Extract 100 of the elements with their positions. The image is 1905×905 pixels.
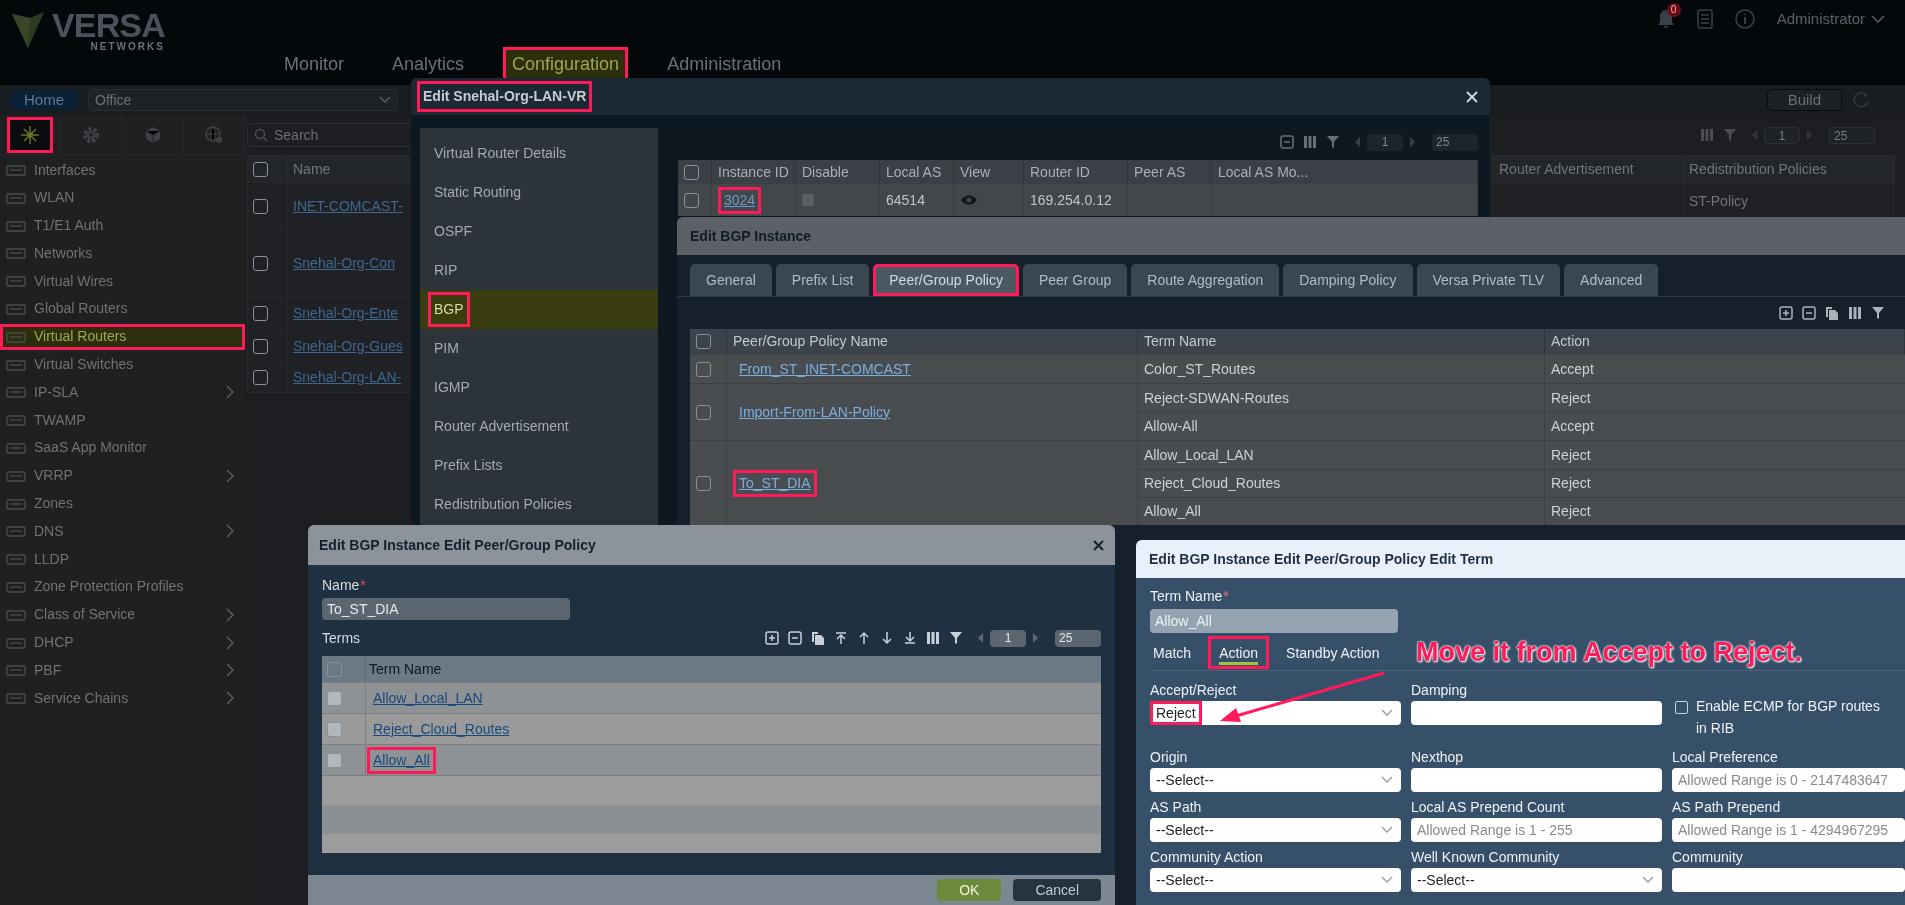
- sidebar-item[interactable]: Virtual Switches: [0, 351, 245, 378]
- sidebar-item[interactable]: SaaS App Monitor: [0, 434, 245, 461]
- previous-page-icon[interactable]: [977, 632, 984, 644]
- close-icon[interactable]: [1093, 539, 1104, 551]
- row-checkbox[interactable]: [696, 475, 711, 491]
- tab[interactable]: General: [690, 264, 772, 296]
- sidebar-item[interactable]: Class of Service: [0, 601, 245, 628]
- sidebar-item[interactable]: VRRP: [0, 462, 245, 489]
- row-checkbox[interactable]: [327, 721, 342, 737]
- sidebar-item[interactable]: Global Routers: [0, 296, 245, 322]
- user-menu[interactable]: Administrator: [1776, 8, 1865, 31]
- columns-icon[interactable]: [1303, 135, 1317, 149]
- build-button[interactable]: Build: [1766, 89, 1842, 111]
- cancel-button[interactable]: Cancel: [1013, 879, 1101, 901]
- menu-item[interactable]: OSPF: [428, 214, 479, 249]
- checkbox[interactable]: [1675, 701, 1688, 714]
- sidebar-item[interactable]: Virtual Wires: [0, 268, 245, 295]
- menu-item[interactable]: Redistribution Policies: [428, 487, 578, 522]
- link[interactable]: Allow_All: [367, 746, 436, 774]
- remove-icon[interactable]: [1802, 306, 1816, 320]
- previous-page-icon[interactable]: [1354, 136, 1361, 148]
- row-checkbox[interactable]: [327, 752, 342, 768]
- page-size-field[interactable]: 25: [1829, 126, 1875, 144]
- menu-item[interactable]: Static Routing: [428, 175, 528, 210]
- input-field[interactable]: [1672, 868, 1905, 892]
- tab[interactable]: Action: [1208, 636, 1270, 669]
- next-page-icon[interactable]: [1409, 136, 1416, 148]
- page-number-field[interactable]: 1: [1764, 126, 1800, 144]
- select-field[interactable]: Reject: [1150, 701, 1401, 725]
- organization-select[interactable]: Office: [88, 89, 398, 111]
- link[interactable]: Snehal-Org-Gues: [293, 335, 403, 357]
- sidebar-item[interactable]: Zones: [0, 490, 245, 517]
- next-page-icon[interactable]: [1032, 632, 1039, 644]
- select-field[interactable]: --Select--: [1150, 868, 1401, 892]
- ok-button[interactable]: OK: [937, 879, 1002, 901]
- sidebar-item[interactable]: Service Chains: [0, 685, 245, 712]
- name-field[interactable]: To_ST_DIA: [322, 598, 570, 620]
- sidebar-item[interactable]: T1/E1 Auth: [0, 212, 245, 239]
- menu-item[interactable]: RIP: [428, 253, 464, 288]
- input-field[interactable]: Allowed Range is 1 - 255: [1411, 818, 1662, 842]
- sidebar-item[interactable]: LLDP: [0, 546, 245, 573]
- tab[interactable]: Standby Action: [1275, 636, 1391, 669]
- tab[interactable]: Peer/Group Policy: [873, 264, 1019, 296]
- select-all-checkbox[interactable]: [327, 661, 342, 677]
- menu-item[interactable]: PIM: [428, 331, 465, 366]
- row-checkbox[interactable]: [253, 199, 268, 214]
- menu-item[interactable]: IGMP: [428, 370, 476, 405]
- add-icon[interactable]: [765, 631, 779, 645]
- sidebar-item[interactable]: Interfaces: [0, 157, 245, 183]
- select-field[interactable]: --Select--: [1150, 818, 1401, 842]
- move-bottom-icon[interactable]: [903, 631, 917, 645]
- down-arrow-icon[interactable]: [880, 631, 894, 645]
- filter-icon[interactable]: [949, 631, 963, 645]
- link[interactable]: Snehal-Org-Con: [293, 253, 395, 274]
- nav-tab[interactable]: Analytics: [383, 47, 474, 82]
- add-icon[interactable]: [1779, 306, 1793, 320]
- tab[interactable]: Peer Group: [1022, 264, 1128, 296]
- row-checkbox[interactable]: [253, 338, 268, 354]
- sidebar-item[interactable]: Networks: [0, 240, 245, 267]
- link[interactable]: Reject_Cloud_Routes: [367, 715, 516, 743]
- select-all-checkbox[interactable]: [253, 161, 268, 177]
- sidebar-item[interactable]: DNS: [0, 518, 245, 545]
- menu-item[interactable]: Router Advertisement: [428, 409, 575, 444]
- sidebar-item[interactable]: Zone Protection Profiles: [0, 573, 245, 600]
- link[interactable]: Snehal-Org-LAN-: [293, 366, 402, 388]
- select-field[interactable]: --Select--: [1411, 868, 1662, 892]
- up-arrow-icon[interactable]: [857, 631, 871, 645]
- tab[interactable]: Route Aggregation: [1131, 264, 1280, 296]
- link[interactable]: To_ST_DIA: [733, 469, 817, 497]
- input-field[interactable]: [1411, 701, 1662, 725]
- page-number-field[interactable]: 1: [990, 629, 1026, 647]
- sidebar-item[interactable]: DHCP: [0, 629, 245, 656]
- menu-item[interactable]: Prefix Lists: [428, 448, 509, 483]
- nav-tab[interactable]: Monitor: [275, 47, 354, 82]
- nav-tab[interactable]: Administration: [658, 47, 791, 82]
- input-field[interactable]: Allowed Range is 1 - 4294967295: [1672, 818, 1905, 842]
- tab[interactable]: Match: [1142, 636, 1203, 669]
- menu-item[interactable]: BGP: [428, 292, 470, 327]
- eye-icon[interactable]: [960, 194, 978, 206]
- sidebar-item[interactable]: Virtual Routers: [0, 323, 245, 350]
- row-checkbox[interactable]: [253, 306, 268, 321]
- columns-icon[interactable]: [1848, 306, 1862, 320]
- link[interactable]: Import-From-LAN-Policy: [733, 398, 896, 426]
- row-checkbox[interactable]: [684, 192, 699, 208]
- row-checkbox[interactable]: [696, 404, 711, 420]
- select-all-checkbox[interactable]: [684, 164, 699, 180]
- filter-icon[interactable]: [1871, 306, 1885, 320]
- page-size-field[interactable]: 25: [1432, 133, 1478, 151]
- row-checkbox[interactable]: [327, 690, 342, 706]
- link[interactable]: INET-COMCAST-: [293, 196, 403, 217]
- checklist-icon[interactable]: [1696, 9, 1713, 30]
- tab[interactable]: Prefix List: [775, 264, 870, 296]
- sidebar-item[interactable]: IP-SLA: [0, 379, 245, 406]
- columns-icon[interactable]: [926, 631, 940, 645]
- input-field[interactable]: [1411, 768, 1662, 792]
- term-name-field[interactable]: Allow_All: [1150, 609, 1398, 633]
- sidebar-item[interactable]: TWAMP: [0, 407, 245, 434]
- tab[interactable]: Versa Private TLV: [1416, 264, 1561, 296]
- row-checkbox[interactable]: [253, 369, 268, 385]
- tab[interactable]: Advanced: [1564, 264, 1659, 296]
